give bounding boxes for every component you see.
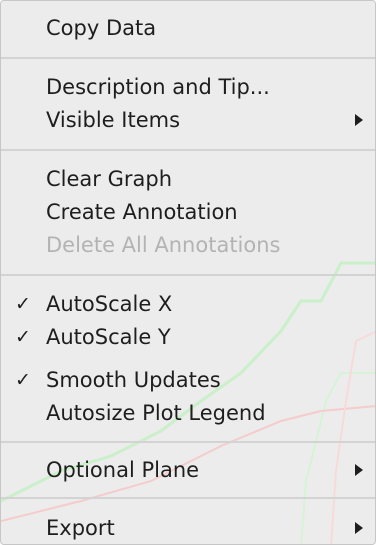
chevron-right-icon	[355, 464, 363, 476]
menu-separator	[1, 274, 375, 276]
menu-separator	[1, 497, 375, 499]
checkmark-icon: ✓	[15, 369, 31, 391]
menu-item-smooth-updates[interactable]: ✓ Smooth Updates	[1, 364, 375, 396]
menu-item-label: Autosize Plot Legend	[46, 401, 266, 425]
menu-separator	[1, 57, 375, 59]
menu-item-label: Visible Items	[46, 108, 181, 132]
menu-item-label: Smooth Updates	[46, 368, 221, 392]
chevron-right-icon	[355, 522, 363, 534]
checkmark-icon: ✓	[15, 326, 31, 348]
menu-item-label: Delete All Annotations	[46, 233, 281, 257]
menu-item-label: Description and Tip...	[46, 75, 270, 99]
menu-item-label: AutoScale X	[46, 292, 173, 316]
menu-item-autoscale-y[interactable]: ✓ AutoScale Y	[1, 321, 375, 353]
menu-item-label: Optional Plane	[46, 458, 200, 482]
menu-item-label: AutoScale Y	[46, 325, 171, 349]
menu-item-visible-items[interactable]: Visible Items	[1, 104, 375, 136]
menu-separator	[1, 441, 375, 443]
menu-item-description-and-tip[interactable]: Description and Tip...	[1, 71, 375, 103]
menu-item-export[interactable]: Export	[1, 512, 375, 544]
menu-item-delete-all-annotations: Delete All Annotations	[1, 229, 375, 261]
menu-item-clear-graph[interactable]: Clear Graph	[1, 163, 375, 195]
menu-item-copy-data[interactable]: Copy Data	[1, 12, 375, 44]
context-menu: Copy Data Description and Tip... Visible…	[0, 0, 376, 545]
menu-item-label: Clear Graph	[46, 167, 173, 191]
chevron-right-icon	[355, 114, 363, 126]
menu-item-optional-plane[interactable]: Optional Plane	[1, 454, 375, 486]
menu-item-label: Export	[46, 516, 115, 540]
checkmark-icon: ✓	[15, 293, 31, 315]
menu-item-label: Copy Data	[46, 16, 157, 40]
menu-separator	[1, 149, 375, 151]
menu-item-autoscale-x[interactable]: ✓ AutoScale X	[1, 288, 375, 320]
menu-item-create-annotation[interactable]: Create Annotation	[1, 196, 375, 228]
menu-item-label: Create Annotation	[46, 200, 238, 224]
menu-item-autosize-plot-legend[interactable]: Autosize Plot Legend	[1, 397, 375, 429]
menu-items: Copy Data Description and Tip... Visible…	[1, 1, 375, 544]
